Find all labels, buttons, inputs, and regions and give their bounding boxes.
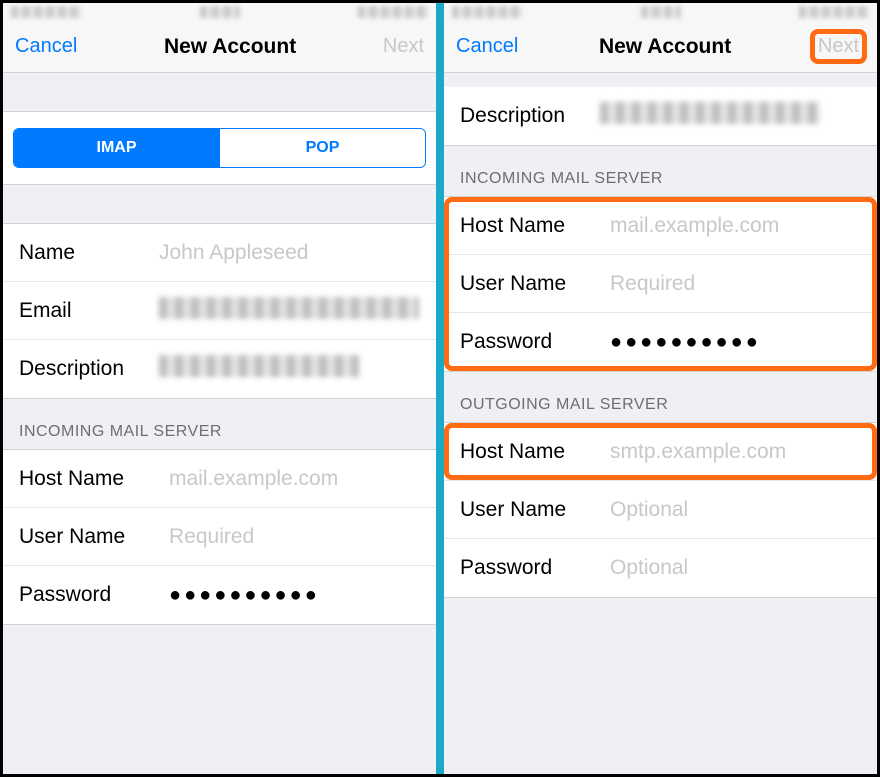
description-label: Description	[460, 104, 600, 128]
outgoing-host-input[interactable]: smtp.example.com	[610, 440, 861, 464]
outgoing-password-input[interactable]: Optional	[610, 556, 861, 580]
name-label: Name	[19, 241, 159, 265]
outgoing-group: Host Name smtp.example.com User Name Opt…	[444, 422, 877, 598]
incoming-user-label: User Name	[19, 525, 169, 549]
nav-title: New Account	[599, 35, 731, 59]
outgoing-password-label: Password	[460, 556, 610, 580]
nav-bar: Cancel New Account Next	[3, 21, 436, 73]
nav-bar: Cancel New Account Next	[444, 21, 877, 73]
outgoing-host-label: Host Name	[460, 440, 610, 464]
incoming-user-input[interactable]: Required	[610, 272, 861, 296]
cancel-button[interactable]: Cancel	[15, 35, 77, 58]
status-bar	[3, 3, 436, 21]
incoming-password-label: Password	[19, 583, 169, 607]
email-input[interactable]	[159, 297, 420, 325]
status-bar	[444, 3, 877, 21]
nav-title: New Account	[164, 35, 296, 59]
outgoing-user-row[interactable]: User Name Optional	[444, 481, 877, 539]
incoming-password-input[interactable]: ●●●●●●●●●●	[610, 331, 861, 354]
email-label: Email	[19, 299, 159, 323]
incoming-host-label: Host Name	[19, 467, 169, 491]
outgoing-host-row[interactable]: Host Name smtp.example.com	[444, 423, 877, 481]
incoming-password-label: Password	[460, 330, 610, 354]
description-row[interactable]: Description	[3, 340, 436, 398]
incoming-password-row[interactable]: Password ●●●●●●●●●●	[444, 313, 877, 371]
basic-info-group: Name John Appleseed Email Description	[3, 223, 436, 399]
incoming-group: Host Name mail.example.com User Name Req…	[444, 196, 877, 372]
incoming-user-input[interactable]: Required	[169, 525, 420, 549]
incoming-host-input[interactable]: mail.example.com	[610, 214, 861, 238]
incoming-host-row[interactable]: Host Name mail.example.com	[3, 450, 436, 508]
incoming-header: INCOMING MAIL SERVER	[444, 146, 877, 196]
incoming-host-row[interactable]: Host Name mail.example.com	[444, 197, 877, 255]
phone-left: Cancel New Account Next IMAP POP Name Jo…	[3, 3, 440, 774]
next-button[interactable]: Next	[812, 31, 865, 62]
outgoing-user-label: User Name	[460, 498, 610, 522]
incoming-header: INCOMING MAIL SERVER	[3, 399, 436, 449]
incoming-group: Host Name mail.example.com User Name Req…	[3, 449, 436, 625]
name-row[interactable]: Name John Appleseed	[3, 224, 436, 282]
segment-pop[interactable]: POP	[219, 129, 425, 167]
incoming-user-label: User Name	[460, 272, 610, 296]
description-row[interactable]: Description	[444, 87, 877, 145]
name-input[interactable]: John Appleseed	[159, 241, 420, 265]
segment-imap[interactable]: IMAP	[14, 129, 219, 167]
incoming-user-row[interactable]: User Name Required	[3, 508, 436, 566]
email-row[interactable]: Email	[3, 282, 436, 340]
incoming-password-input[interactable]: ●●●●●●●●●●	[169, 584, 420, 607]
account-type-segmented: IMAP POP	[3, 111, 436, 185]
outgoing-password-row[interactable]: Password Optional	[444, 539, 877, 597]
outgoing-user-input[interactable]: Optional	[610, 498, 861, 522]
cancel-button[interactable]: Cancel	[456, 35, 518, 58]
outgoing-header-partial: OUTGOING MAIL SERVER	[3, 625, 436, 649]
incoming-user-row[interactable]: User Name Required	[444, 255, 877, 313]
phone-right: Cancel New Account Next Description INCO…	[440, 3, 877, 774]
outgoing-header: OUTGOING MAIL SERVER	[444, 372, 877, 422]
next-button[interactable]: Next	[383, 35, 424, 58]
description-input[interactable]	[600, 102, 861, 130]
description-input[interactable]	[159, 355, 420, 383]
incoming-host-label: Host Name	[460, 214, 610, 238]
incoming-host-input[interactable]: mail.example.com	[169, 467, 420, 491]
description-label: Description	[19, 357, 159, 381]
description-group: Description	[444, 87, 877, 146]
incoming-password-row[interactable]: Password ●●●●●●●●●●	[3, 566, 436, 624]
